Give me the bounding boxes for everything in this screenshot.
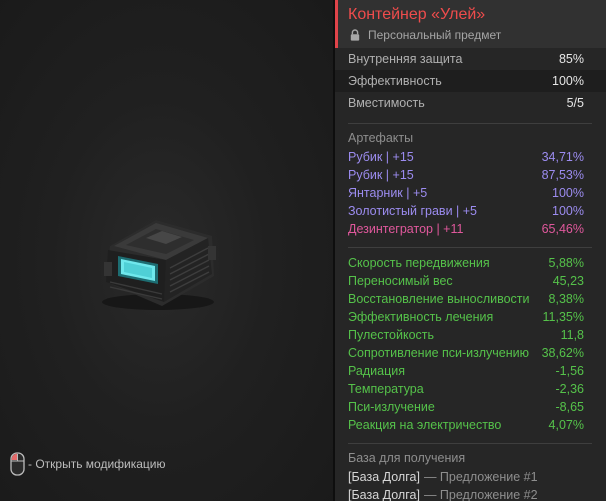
artifact-row[interactable]: Рубик | +15 87,53% xyxy=(335,166,606,184)
stat-value: 5/5 xyxy=(566,96,584,110)
artifact-name: Золотистый грави | +5 xyxy=(348,204,477,218)
effect-label: Температура xyxy=(348,382,424,396)
effect-row: Скорость передвижения 5,88% xyxy=(335,254,606,272)
effect-label: Радиация xyxy=(348,364,406,378)
effect-label: Реакция на электричество xyxy=(348,418,502,432)
effects-list: Скорость передвижения 5,88% Переносимый … xyxy=(335,248,606,434)
effect-row: Переносимый вес 45,23 xyxy=(335,272,606,290)
base-name: [База Долга] xyxy=(348,488,420,501)
base-list: [База Долга] — Предложение #1 [База Долг… xyxy=(335,468,606,501)
effect-value: 4,07% xyxy=(548,418,584,432)
base-title: База для получения xyxy=(348,451,466,465)
artifact-value: 65,46% xyxy=(541,222,584,236)
mouse-icon xyxy=(10,452,25,476)
stat-label: Вместимость xyxy=(348,96,425,110)
effect-label: Пулестойкость xyxy=(348,328,435,342)
item-info-panel: Контейнер «Улей» Персональный предмет Вн… xyxy=(335,0,606,501)
effect-value: 8,38% xyxy=(548,292,584,306)
effect-row: Эффективность лечения 11,35% xyxy=(335,308,606,326)
effect-value: -2,36 xyxy=(555,382,585,396)
effect-label: Пси-излучение xyxy=(348,400,435,414)
stat-value: 100% xyxy=(552,74,584,88)
effect-label: Переносимый вес xyxy=(348,274,453,288)
effect-value: -8,65 xyxy=(555,400,585,414)
effect-label: Скорость передвижения xyxy=(348,256,490,270)
artifact-name: Янтарник | +5 xyxy=(348,186,428,200)
effect-value: 11,35% xyxy=(542,310,584,324)
base-name: [База Долга] xyxy=(348,470,420,484)
container-hive-model xyxy=(102,220,216,310)
artifact-name: Рубик | +15 xyxy=(348,150,414,164)
stat-row: Эффективность 100% xyxy=(335,70,606,92)
artifacts-title: Артефакты xyxy=(348,131,414,145)
artifact-value: 87,53% xyxy=(541,168,584,182)
effect-label: Сопротивление пси-излучению xyxy=(348,346,529,360)
effect-value: 38,62% xyxy=(541,346,584,360)
stat-label: Эффективность xyxy=(348,74,442,88)
stats-table: Внутренняя защита 85% Эффективность 100%… xyxy=(335,48,606,114)
effect-row: Пси-излучение -8,65 xyxy=(335,398,606,416)
artifact-name: Рубик | +15 xyxy=(348,168,414,182)
hint-text: - Открыть модификацию xyxy=(28,457,166,471)
effect-row: Сопротивление пси-излучению 38,62% xyxy=(335,344,606,362)
item-viewer[interactable]: - Открыть модификацию xyxy=(0,0,333,501)
stat-row: Вместимость 5/5 xyxy=(335,92,606,114)
base-offer-row[interactable]: [База Долга] — Предложение #2 xyxy=(335,486,606,501)
lock-icon xyxy=(350,29,360,41)
effect-value: 5,88% xyxy=(548,256,584,270)
artifact-value: 100% xyxy=(552,204,584,218)
artifact-row[interactable]: Янтарник | +5 100% xyxy=(335,184,606,202)
open-modification-hint: - Открыть модификацию xyxy=(10,452,166,476)
item-subtitle: Персональный предмет xyxy=(350,28,501,42)
base-offer: — Предложение #2 xyxy=(423,488,538,501)
effect-label: Эффективность лечения xyxy=(348,310,494,324)
artifact-row[interactable]: Дезинтегратор | +11 65,46% xyxy=(335,220,606,238)
effect-label: Восстановление выносливости xyxy=(348,292,530,306)
stat-row: Внутренняя защита 85% xyxy=(335,48,606,70)
artifact-row[interactable]: Рубик | +15 34,71% xyxy=(335,148,606,166)
base-offer: — Предложение #1 xyxy=(423,470,538,484)
item-header: Контейнер «Улей» Персональный предмет xyxy=(335,0,606,48)
effect-row: Пулестойкость 11,8 xyxy=(335,326,606,344)
effect-row: Температура -2,36 xyxy=(335,380,606,398)
effect-value: 11,8 xyxy=(560,328,584,342)
artifact-value: 100% xyxy=(552,186,584,200)
artifact-value: 34,71% xyxy=(541,150,584,164)
artifact-row[interactable]: Золотистый грави | +5 100% xyxy=(335,202,606,220)
artifact-name: Дезинтегратор | +11 xyxy=(348,222,464,236)
effect-value: -1,56 xyxy=(555,364,585,378)
base-offer-row[interactable]: [База Долга] — Предложение #1 xyxy=(335,468,606,486)
effect-row: Восстановление выносливости 8,38% xyxy=(335,290,606,308)
artifact-list: Рубик | +15 34,71% Рубик | +15 87,53% Ян… xyxy=(335,148,606,238)
item-subtitle-text: Персональный предмет xyxy=(368,28,502,42)
effect-row: Радиация -1,56 xyxy=(335,362,606,380)
item-title: Контейнер «Улей» xyxy=(348,6,486,23)
effect-value: 45,23 xyxy=(552,274,584,288)
stat-label: Внутренняя защита xyxy=(348,52,463,66)
stat-value: 85% xyxy=(558,52,584,66)
effect-row: Реакция на электричество 4,07% xyxy=(335,416,606,434)
